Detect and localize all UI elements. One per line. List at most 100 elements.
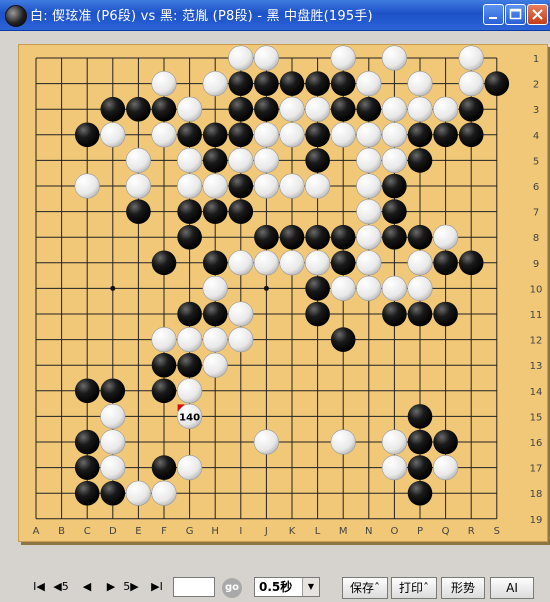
- black-stone: [407, 148, 433, 173]
- white-stone: [125, 147, 151, 173]
- column-label: P: [417, 526, 423, 537]
- white-stone: [74, 173, 100, 199]
- white-stone: [356, 122, 382, 148]
- save-button[interactable]: 保存ˆ: [342, 577, 388, 599]
- white-stone: [381, 429, 408, 455]
- title-bar: 白: 偰玹准 (P6段) vs 黑: 范胤 (P8段) - 黑 中盘胜(195手…: [0, 0, 550, 31]
- column-label: B: [58, 526, 65, 537]
- black-stone: [100, 96, 126, 122]
- black-stone: [433, 301, 458, 327]
- white-stone: [356, 70, 382, 97]
- star-point: [263, 285, 269, 291]
- row-label: 6: [533, 182, 539, 193]
- situation-button[interactable]: 形势: [441, 577, 485, 599]
- black-stone: [407, 122, 433, 148]
- maximize-button[interactable]: [505, 4, 526, 25]
- next-button[interactable]: ▶: [100, 577, 122, 597]
- column-label: D: [109, 526, 117, 537]
- black-stone: [254, 96, 279, 122]
- white-stone: [356, 147, 382, 173]
- move-number-input[interactable]: [173, 577, 215, 597]
- go-button[interactable]: go: [222, 578, 242, 598]
- black-stone: [228, 199, 254, 224]
- white-stone: [151, 70, 177, 97]
- black-stone: [330, 96, 356, 122]
- white-stone: [253, 173, 279, 199]
- black-stone: [356, 96, 382, 122]
- black-stone: [177, 352, 202, 378]
- go-board-panel[interactable]: A B C D E F G H I J K L M N O P Q R S 1 2 3 4 5 6 7 8 9 10 11 12 13 14 15…: [18, 44, 548, 542]
- column-label: N: [365, 526, 372, 537]
- black-stone: [305, 276, 330, 301]
- fwd5-button[interactable]: 5▶: [120, 577, 142, 597]
- speed-select[interactable]: 0.5秒 ▼: [254, 577, 320, 597]
- white-stone: [151, 327, 177, 353]
- maximize-icon: [509, 8, 522, 20]
- playback-controls: I◀ ◀5 ◀ ▶ 5▶ ▶I go 0.5秒 ▼ 保存ˆ 打印ˆ 形势 AI: [0, 574, 550, 602]
- column-label: H: [211, 526, 219, 537]
- black-stone: [382, 224, 407, 250]
- white-stone: [177, 96, 203, 122]
- first-move-button[interactable]: I◀: [28, 577, 50, 597]
- black-stone: [433, 122, 458, 148]
- close-button[interactable]: [527, 4, 548, 25]
- white-stone: [330, 45, 356, 71]
- column-label: J: [264, 526, 268, 537]
- prev-button[interactable]: ◀: [76, 577, 98, 597]
- white-stone: [407, 250, 433, 276]
- row-label: 15: [530, 412, 543, 423]
- black-stone: [458, 122, 484, 148]
- row-label: 7: [533, 208, 539, 219]
- white-stone: [228, 147, 254, 173]
- white-stone: [433, 455, 459, 481]
- column-label: L: [315, 526, 321, 537]
- black-stone: [305, 71, 330, 96]
- close-icon: [532, 9, 543, 20]
- black-stone: [202, 148, 228, 173]
- black-stone: [202, 250, 228, 276]
- white-stone: [381, 455, 408, 481]
- white-stone: [407, 96, 433, 122]
- white-stone: [202, 275, 228, 301]
- row-label: 3: [533, 105, 539, 116]
- print-button[interactable]: 打印ˆ: [391, 577, 437, 599]
- last-move-button[interactable]: ▶I: [146, 577, 168, 597]
- minimize-button[interactable]: [483, 4, 504, 25]
- black-stone: [407, 480, 433, 506]
- column-label: F: [161, 526, 167, 537]
- white-stone: [279, 250, 305, 276]
- black-stone: [382, 199, 407, 224]
- white-stone: [381, 96, 408, 122]
- black-stone: [74, 455, 100, 480]
- row-label: 11: [530, 310, 543, 321]
- white-stone: [125, 173, 151, 199]
- white-stone: [330, 275, 356, 301]
- column-label: S: [494, 526, 500, 537]
- black-stone: [305, 122, 330, 148]
- row-label: 5: [533, 156, 539, 167]
- column-label: A: [33, 526, 40, 537]
- column-label: K: [289, 526, 296, 537]
- black-stone: [254, 224, 279, 250]
- back5-button[interactable]: ◀5: [50, 577, 72, 597]
- go-board[interactable]: A B C D E F G H I J K L M N O P Q R S123456789101112131415…: [18, 44, 548, 542]
- row-label: 2: [533, 80, 539, 91]
- white-stone: [177, 378, 203, 404]
- white-stone: [356, 224, 382, 250]
- white-stone: [253, 45, 279, 71]
- white-stone: [433, 96, 459, 122]
- white-stone: [381, 122, 408, 148]
- white-stone: [305, 96, 331, 122]
- black-stone: [151, 352, 177, 378]
- ai-button[interactable]: AI: [490, 577, 534, 599]
- white-stone: [177, 173, 203, 199]
- black-stone: [151, 96, 177, 122]
- black-stone: [305, 148, 330, 173]
- row-label: 1: [533, 54, 539, 65]
- black-stone: [228, 173, 254, 199]
- white-stone: [305, 250, 331, 276]
- white-stone: [330, 122, 356, 148]
- white-stone: [177, 147, 203, 173]
- black-stone: [305, 224, 330, 250]
- white-stone: [177, 327, 203, 353]
